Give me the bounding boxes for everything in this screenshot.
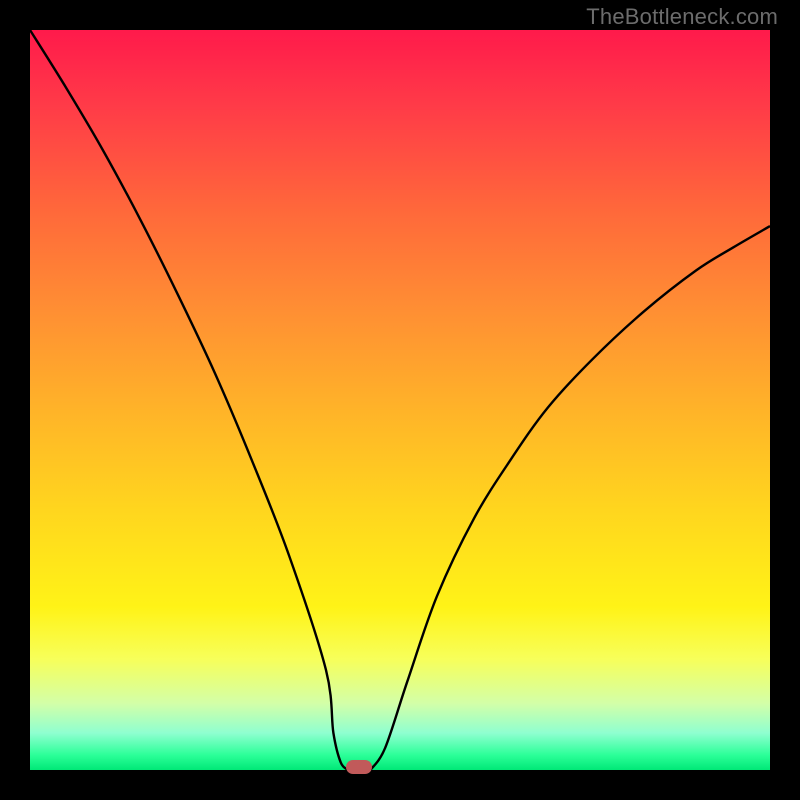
- curve-layer: [30, 30, 770, 770]
- chart-frame: TheBottleneck.com: [0, 0, 800, 800]
- bottleneck-curve-right: [370, 226, 770, 770]
- optimum-marker: [346, 760, 372, 774]
- watermark-label: TheBottleneck.com: [586, 4, 778, 30]
- bottleneck-curve-left: [30, 30, 348, 770]
